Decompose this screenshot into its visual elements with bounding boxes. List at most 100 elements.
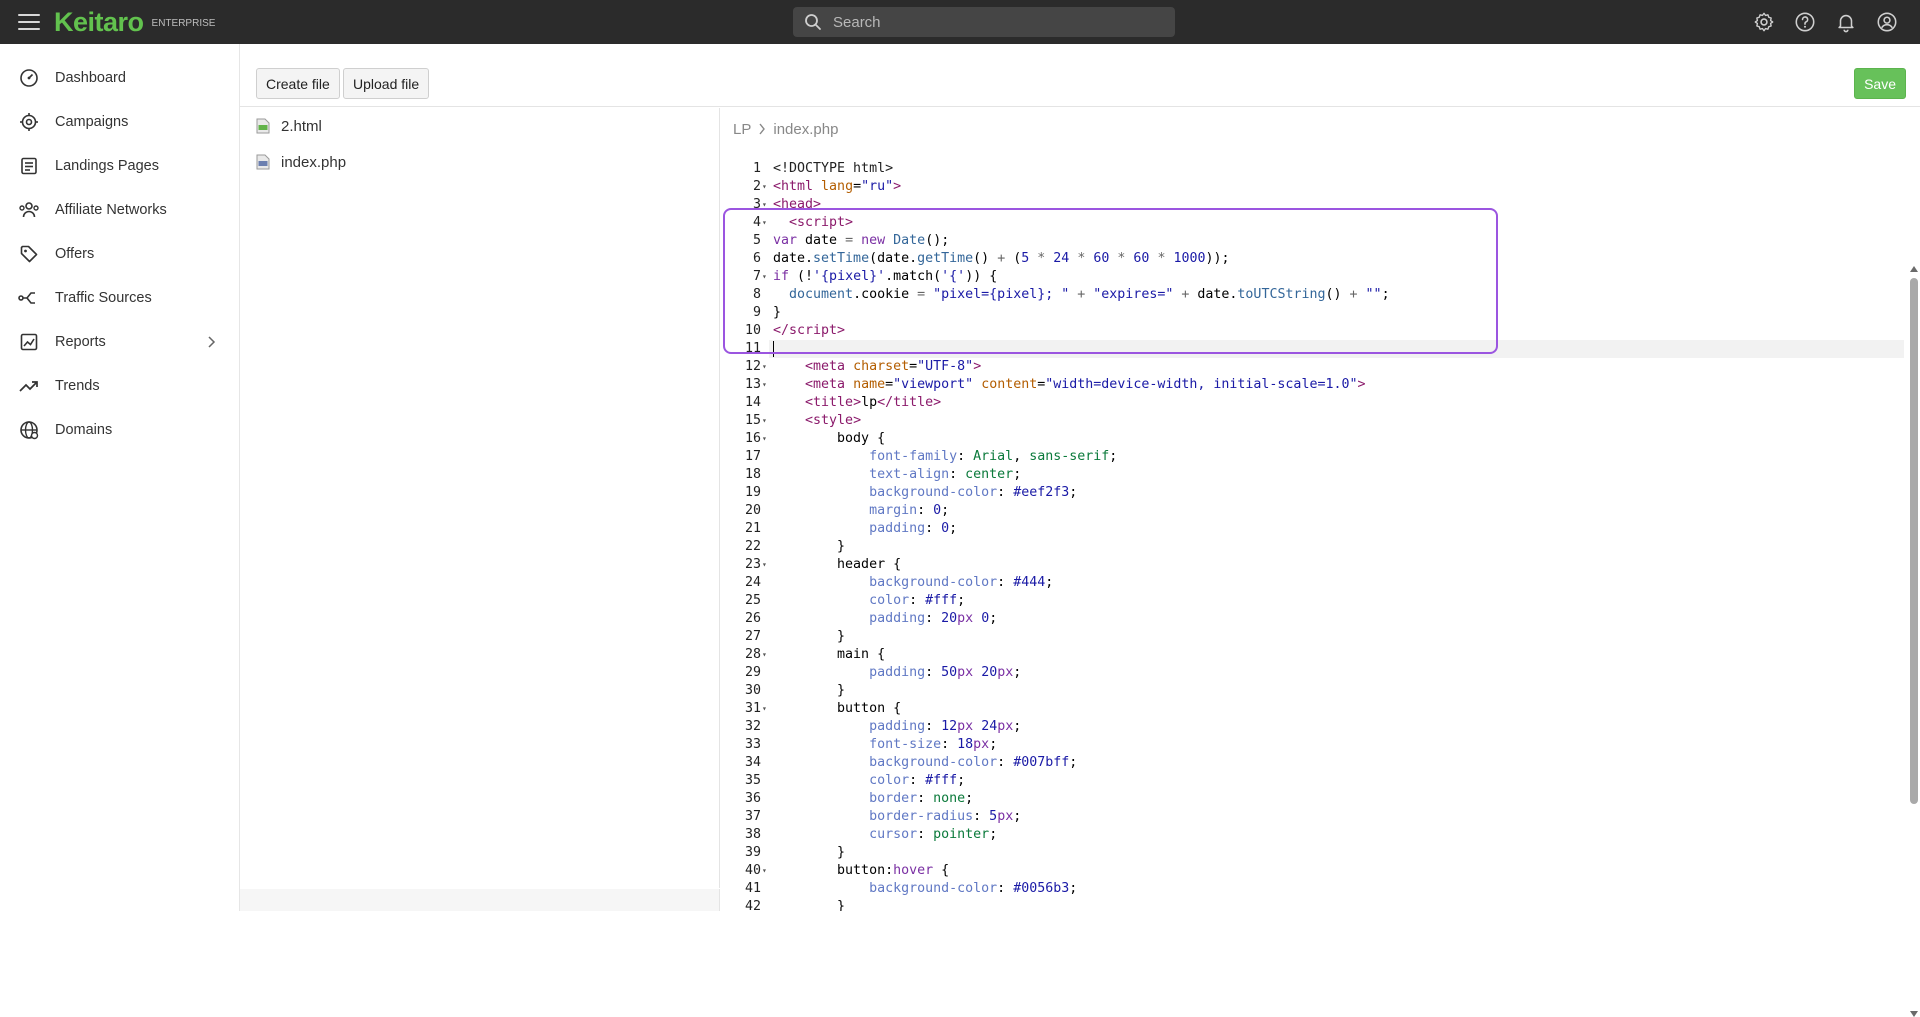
help-icon[interactable] (1791, 9, 1818, 36)
code-line[interactable]: if (!'{pixel}'.match('{')) { (773, 268, 997, 286)
code-line[interactable]: } (773, 628, 845, 646)
code-line[interactable]: </script> (773, 322, 845, 340)
line-number: 23 (744, 557, 761, 572)
scroll-down-icon[interactable] (1910, 1011, 1918, 1017)
bell-icon[interactable] (1832, 9, 1859, 36)
breadcrumb-root[interactable]: LP (733, 121, 751, 138)
code-line[interactable]: <script> (773, 214, 853, 232)
scrollbar-thumb[interactable] (1910, 278, 1918, 804)
user-icon[interactable] (1873, 9, 1900, 36)
fold-toggle-icon[interactable]: ▾ (762, 358, 770, 376)
sidebar-item-trends[interactable]: Trends (0, 364, 239, 408)
code-line[interactable]: border: none; (773, 790, 973, 808)
sidebar-item-campaigns[interactable]: Campaigns (0, 100, 239, 144)
sidebar-item-dashboard[interactable]: Dashboard (0, 56, 239, 100)
code-line[interactable]: padding: 0; (773, 520, 957, 538)
fold-toggle-icon[interactable]: ▾ (762, 700, 770, 718)
code-line[interactable]: var date = new Date(); (773, 232, 949, 250)
code-line[interactable]: padding: 20px 0; (773, 610, 997, 628)
logo[interactable]: Keitaro (54, 7, 144, 38)
code-line[interactable]: } (773, 304, 781, 322)
sidebar-item-offers[interactable]: Offers (0, 232, 239, 276)
fold-toggle-icon[interactable]: ▾ (762, 646, 770, 664)
code-line[interactable]: font-size: 18px; (773, 736, 997, 754)
sidebar-item-label: Traffic Sources (55, 290, 152, 306)
fold-toggle-icon[interactable]: ▾ (762, 196, 770, 214)
code-line[interactable]: <meta name="viewport" content="width=dev… (773, 376, 1365, 394)
fold-toggle-icon[interactable]: ▾ (762, 862, 770, 880)
code-line[interactable]: } (773, 682, 845, 700)
active-line-highlight (769, 340, 1904, 358)
sidebar-item-reports[interactable]: Reports (0, 320, 239, 364)
code-line[interactable]: background-color: #007bff; (773, 754, 1077, 772)
code-line[interactable]: button:hover { (773, 862, 949, 880)
line-number: 17 (744, 449, 761, 464)
code-line[interactable]: body { (773, 430, 885, 448)
trend-icon (18, 375, 40, 397)
sidebar: Dashboard Campaigns Landings Pages Affil… (0, 44, 240, 911)
code-line[interactable]: button { (773, 700, 901, 718)
code-line[interactable]: <meta charset="UTF-8"> (773, 358, 981, 376)
file-item-2-html[interactable]: 2.html (240, 108, 719, 144)
file-item-index-php[interactable]: index.php (240, 144, 719, 180)
search-box[interactable] (793, 7, 1175, 37)
code-line[interactable]: padding: 50px 20px; (773, 664, 1021, 682)
file-list: 2.html index.php (240, 108, 720, 888)
code-line[interactable]: } (773, 538, 845, 556)
code-line[interactable]: border-radius: 5px; (773, 808, 1021, 826)
line-number: 34 (744, 755, 761, 770)
code-line[interactable]: background-color: #0056b3; (773, 880, 1077, 898)
fold-toggle-icon[interactable]: ▾ (762, 268, 770, 286)
search-icon (805, 14, 821, 30)
code-line[interactable]: document.cookie = "pixel={pixel}; " + "e… (773, 286, 1390, 304)
code-line[interactable]: <title>lp</title> (773, 394, 941, 412)
code-line[interactable]: padding: 12px 24px; (773, 718, 1021, 736)
fold-toggle-icon[interactable]: ▾ (762, 178, 770, 196)
create-file-button[interactable]: Create file (256, 68, 340, 99)
gear-icon[interactable] (1750, 9, 1777, 36)
menu-icon[interactable] (18, 14, 40, 30)
editor-scrollbar[interactable] (1909, 168, 1919, 1017)
sidebar-item-domains[interactable]: Domains (0, 408, 239, 452)
sidebar-item-label: Campaigns (55, 114, 129, 130)
chevron-right-icon (759, 123, 766, 135)
code-line[interactable]: main { (773, 646, 885, 664)
code-line[interactable]: color: #fff; (773, 772, 965, 790)
code-line[interactable]: font-family: Arial, sans-serif; (773, 448, 1117, 466)
tag-icon (18, 243, 40, 265)
code-line[interactable]: <head> (773, 196, 821, 214)
sidebar-item-landing-pages[interactable]: Landings Pages (0, 144, 239, 188)
code-editor[interactable]: 1 <!DOCTYPE html> 2 ▾ <html lang="ru"> 3 ▾ <hea… (721, 156, 1920, 911)
upload-file-button[interactable]: Upload file (343, 68, 430, 99)
code-line[interactable]: <!DOCTYPE html> (773, 160, 893, 178)
code-line[interactable]: cursor: pointer; (773, 826, 997, 844)
fold-toggle-icon[interactable]: ▾ (762, 412, 770, 430)
main-content: Create file Upload file Save 2.html inde… (240, 44, 1920, 1017)
sidebar-item-traffic-sources[interactable]: Traffic Sources (0, 276, 239, 320)
edition-label: ENTERPRISE (151, 17, 216, 29)
fold-toggle-icon[interactable]: ▾ (762, 214, 770, 232)
line-number: 22 (744, 539, 761, 554)
code-line[interactable]: <html lang="ru"> (773, 178, 901, 196)
fold-toggle-icon[interactable]: ▾ (762, 430, 770, 448)
save-button[interactable]: Save (1854, 68, 1906, 99)
code-line[interactable]: background-color: #eef2f3; (773, 484, 1077, 502)
sidebar-item-affiliate-networks[interactable]: Affiliate Networks (0, 188, 239, 232)
code-line[interactable]: text-align: center; (773, 466, 1021, 484)
code-line[interactable]: } (773, 844, 845, 862)
code-line[interactable]: color: #fff; (773, 592, 965, 610)
code-line[interactable]: margin: 0; (773, 502, 949, 520)
code-line[interactable]: date.setTime(date.getTime() + (5 * 24 * … (773, 250, 1230, 268)
line-number: 36 (744, 791, 761, 806)
code-line[interactable]: } (773, 898, 845, 911)
line-number: 31 (744, 701, 761, 716)
sidebar-item-label: Domains (55, 422, 113, 438)
line-number: 37 (744, 809, 761, 824)
fold-toggle-icon[interactable]: ▾ (762, 556, 770, 574)
fold-toggle-icon[interactable]: ▾ (762, 376, 770, 394)
search-input[interactable] (833, 13, 1153, 31)
code-line[interactable]: <style> (773, 412, 861, 430)
code-line[interactable]: header { (773, 556, 901, 574)
code-line[interactable]: background-color: #444; (773, 574, 1053, 592)
scroll-up-icon[interactable] (1910, 266, 1918, 272)
